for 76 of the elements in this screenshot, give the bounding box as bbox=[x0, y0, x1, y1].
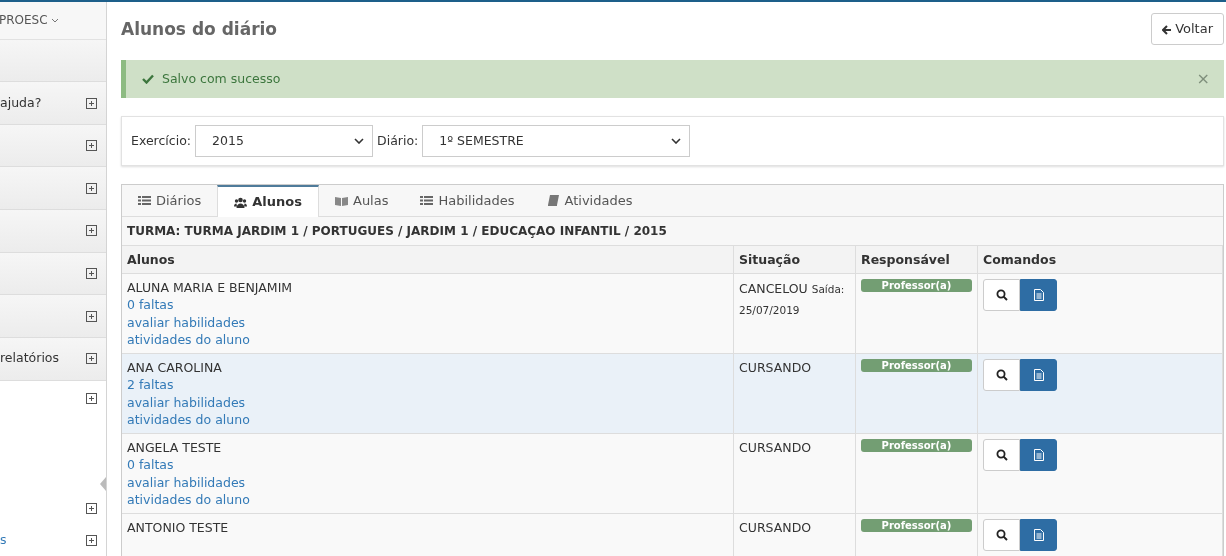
document-icon bbox=[1033, 368, 1044, 381]
student-link[interactable]: avaliar habilidades bbox=[127, 473, 728, 491]
list-icon bbox=[420, 195, 434, 206]
list-icon bbox=[138, 195, 151, 206]
column-header: Responsável bbox=[856, 246, 978, 274]
student-link[interactable]: avaliar habilidades bbox=[127, 313, 728, 331]
expand-icon[interactable] bbox=[86, 353, 97, 365]
student-link[interactable]: atividades do aluno bbox=[127, 491, 728, 509]
student-link[interactable]: avaliar habilidades bbox=[127, 393, 728, 411]
document-button[interactable] bbox=[1020, 518, 1057, 551]
student-name: ANTONIO TESTE bbox=[127, 518, 230, 536]
tab[interactable]: Diários bbox=[122, 185, 218, 216]
sidebar-item[interactable]: ajuda? bbox=[0, 93, 42, 113]
tab[interactable]: Alunos bbox=[217, 185, 319, 217]
student-name: ANA CAROLINA bbox=[127, 358, 223, 376]
expand-icon[interactable] bbox=[86, 310, 97, 322]
student-link[interactable]: 0 faltas bbox=[127, 296, 728, 314]
status-text: CURSANDO bbox=[739, 359, 812, 375]
student-name: ANGELA TESTE bbox=[127, 438, 223, 456]
expand-icon[interactable] bbox=[86, 392, 97, 404]
view-button[interactable] bbox=[983, 278, 1020, 311]
document-button[interactable] bbox=[1020, 358, 1057, 391]
view-button[interactable] bbox=[983, 518, 1020, 551]
responsible-label: Professor(a) bbox=[861, 358, 972, 372]
search-icon bbox=[995, 528, 1008, 541]
back-arrow-icon bbox=[1162, 24, 1173, 35]
alert-message: Salvo com sucesso bbox=[162, 69, 281, 88]
expand-icon[interactable] bbox=[86, 534, 97, 546]
document-button[interactable] bbox=[1020, 278, 1057, 311]
page-title: Alunos do diário bbox=[121, 18, 278, 40]
tab[interactable]: Atividades bbox=[530, 185, 649, 216]
filter-label: Diário: bbox=[377, 131, 419, 150]
document-button[interactable] bbox=[1020, 438, 1057, 471]
back-button[interactable]: Voltar bbox=[1151, 13, 1224, 45]
chevron-icon bbox=[671, 138, 682, 144]
student-name: ALUNA MARIA E BENJAMIM bbox=[127, 278, 294, 296]
view-button[interactable] bbox=[983, 358, 1020, 391]
status-text: CURSANDO bbox=[739, 439, 812, 455]
status-text: CURSANDO bbox=[739, 519, 812, 535]
book-icon bbox=[546, 195, 560, 206]
student-link[interactable]: atividades do aluno bbox=[127, 411, 728, 429]
expand-icon[interactable] bbox=[86, 268, 97, 279]
expand-icon[interactable] bbox=[86, 182, 97, 194]
document-icon bbox=[1033, 528, 1044, 541]
expand-icon[interactable] bbox=[86, 225, 97, 237]
users-icon bbox=[234, 196, 248, 208]
document-icon bbox=[1033, 288, 1044, 301]
select-field[interactable]: 2015 bbox=[195, 125, 374, 157]
search-icon bbox=[995, 288, 1008, 301]
tab[interactable]: Aulas bbox=[319, 185, 405, 216]
responsible-label: Professor(a) bbox=[861, 438, 972, 452]
class-caption: TURMA: TURMA JARDIM 1 / PORTUGUES / JARDIM 1 / EDUCAÇAO INFANTIL / 2015 bbox=[122, 217, 1223, 246]
expand-icon[interactable] bbox=[86, 140, 97, 152]
search-icon bbox=[995, 448, 1008, 461]
column-header: Alunos bbox=[122, 246, 734, 274]
column-header: Situação bbox=[734, 246, 856, 274]
student-link[interactable]: atividades do aluno bbox=[127, 331, 728, 349]
sidebar-item[interactable]: s bbox=[0, 530, 7, 550]
expand-icon[interactable] bbox=[86, 97, 97, 109]
search-icon bbox=[995, 368, 1008, 381]
column-header: Comandos bbox=[978, 246, 1223, 274]
caret-icon bbox=[50, 17, 59, 23]
responsible-label: Professor(a) bbox=[861, 518, 972, 532]
document-icon bbox=[1033, 448, 1044, 461]
status-text: CANCELOU Saída: 25/07/2019 bbox=[739, 280, 845, 317]
student-link[interactable]: 2 faltas bbox=[127, 376, 728, 394]
student-link[interactable]: 0 faltas bbox=[127, 456, 728, 474]
tab[interactable]: Habilidades bbox=[404, 185, 531, 216]
responsible-label: Professor(a) bbox=[861, 278, 972, 292]
chevron-icon bbox=[354, 138, 365, 144]
expand-icon[interactable] bbox=[86, 502, 97, 514]
select-field[interactable]: 1º SEMESTRE bbox=[422, 125, 691, 157]
filter-label: Exercício: bbox=[131, 131, 192, 150]
open-book-icon bbox=[335, 195, 348, 206]
check-icon bbox=[142, 74, 154, 84]
view-button[interactable] bbox=[983, 438, 1020, 471]
